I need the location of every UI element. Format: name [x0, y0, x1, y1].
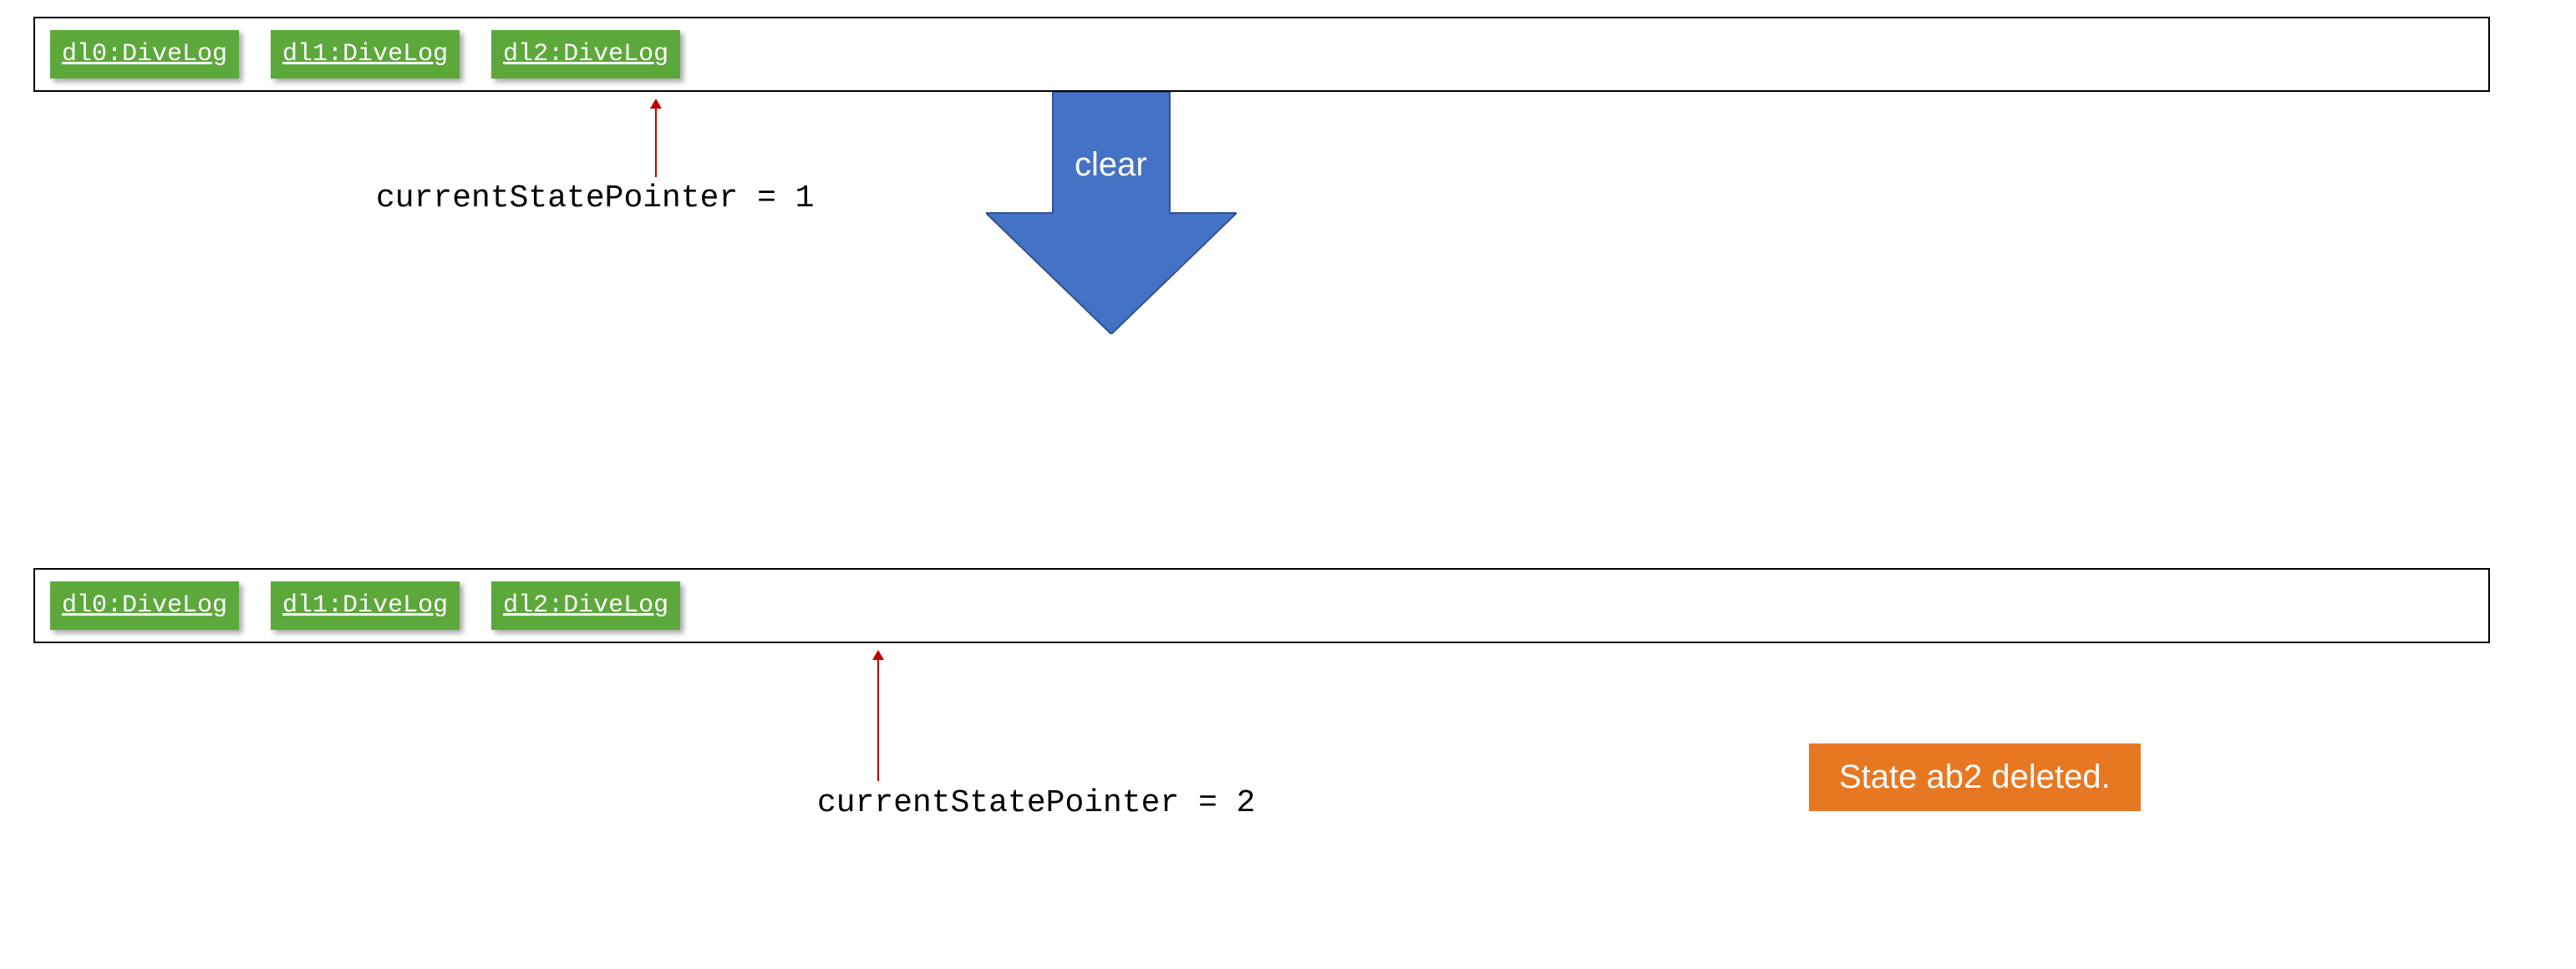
state-box: dl0:DiveLog	[50, 581, 239, 630]
pointer-arrow-icon	[877, 652, 879, 781]
state-pointer-label-before: currentStatePointer = 1	[376, 180, 815, 216]
diagram-canvas: dl0:DiveLog dl1:DiveLog dl2:DiveLog curr…	[33, 17, 2540, 952]
state-list-after: dl0:DiveLog dl1:DiveLog dl2:DiveLog	[33, 568, 2490, 643]
status-callout: State ab2 deleted.	[1809, 743, 2141, 811]
state-box: dl1:DiveLog	[271, 581, 460, 630]
pointer-arrow-icon	[655, 100, 657, 177]
state-list-before: dl0:DiveLog dl1:DiveLog dl2:DiveLog	[33, 17, 2490, 92]
state-box: dl2:DiveLog	[491, 30, 680, 79]
state-box: dl2:DiveLog	[491, 581, 680, 630]
clear-arrow-icon	[986, 92, 1237, 334]
state-box: dl0:DiveLog	[50, 30, 239, 79]
clear-arrow-label: clear	[1075, 146, 1147, 184]
state-pointer-label-after: currentStatePointer = 2	[817, 785, 1256, 821]
state-box: dl1:DiveLog	[271, 30, 460, 79]
